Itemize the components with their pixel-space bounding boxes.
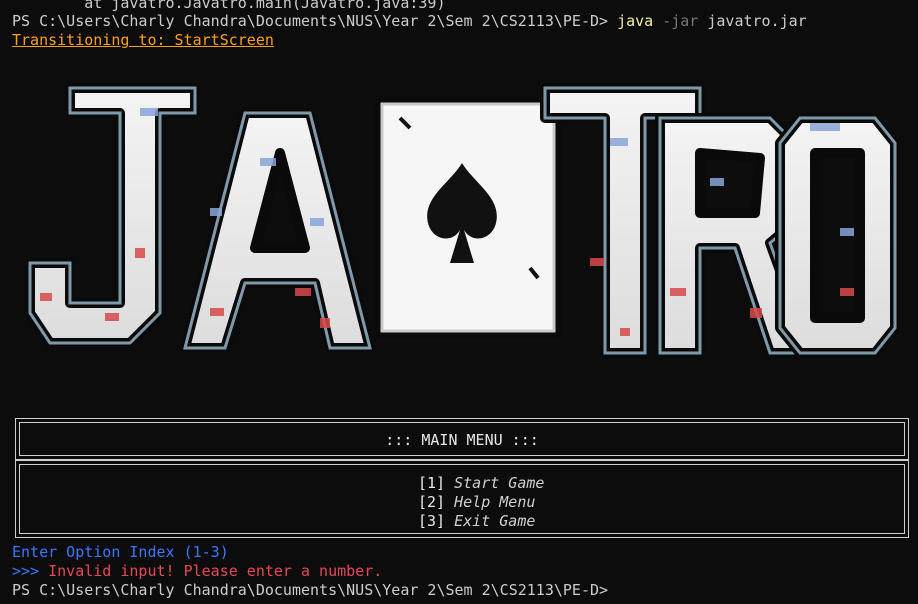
transition-message: Transitioning to: StartScreen — [12, 31, 274, 49]
option-label: Help Menu — [454, 493, 536, 511]
option-index: [3] — [418, 512, 446, 530]
main-menu-header-inner: ::: MAIN MENU ::: — [19, 422, 905, 456]
shell-prompt-current[interactable]: PS C:\Users\Charly Chandra\Documents\NUS… — [12, 581, 608, 600]
menu-option-help-menu[interactable]: [2] Help Menu — [418, 493, 535, 512]
option-index: [1] — [418, 474, 446, 492]
option-index: [2] — [418, 493, 446, 511]
command-flag: -jar — [662, 12, 699, 30]
main-menu-options-inner: [1] Start Game [2] Help Menu [3] Exit Ga… — [19, 464, 905, 534]
error-prefix: >>> — [12, 562, 40, 580]
main-menu-options: [1] Start Game [2] Help Menu [3] Exit Ga… — [15, 460, 909, 538]
main-menu-header: ::: MAIN MENU ::: — [15, 418, 909, 460]
command-line: PS C:\Users\Charly Chandra\Documents\NUS… — [12, 12, 807, 31]
javatro-logo — [25, 83, 900, 358]
command-argument: javatro.jar — [707, 12, 807, 30]
shell-prompt: PS C:\Users\Charly Chandra\Documents\NUS… — [12, 12, 609, 30]
error-line: >>> Invalid input! Please enter a number… — [12, 562, 382, 581]
option-label: Start Game — [454, 474, 545, 492]
menu-option-start-game[interactable]: [1] Start Game — [418, 474, 544, 493]
command-program: java — [617, 12, 654, 30]
logo-letters-left — [25, 83, 375, 353]
error-message: Invalid input! Please enter a number. — [48, 562, 383, 580]
input-prompt: Enter Option Index (1-3) — [12, 543, 229, 561]
logo-letters-right — [540, 83, 900, 358]
main-menu-title: ::: MAIN MENU ::: — [385, 431, 539, 449]
spade-card-icon — [375, 97, 561, 338]
menu-option-exit-game[interactable]: [3] Exit Game — [418, 512, 535, 531]
option-label: Exit Game — [454, 512, 536, 530]
